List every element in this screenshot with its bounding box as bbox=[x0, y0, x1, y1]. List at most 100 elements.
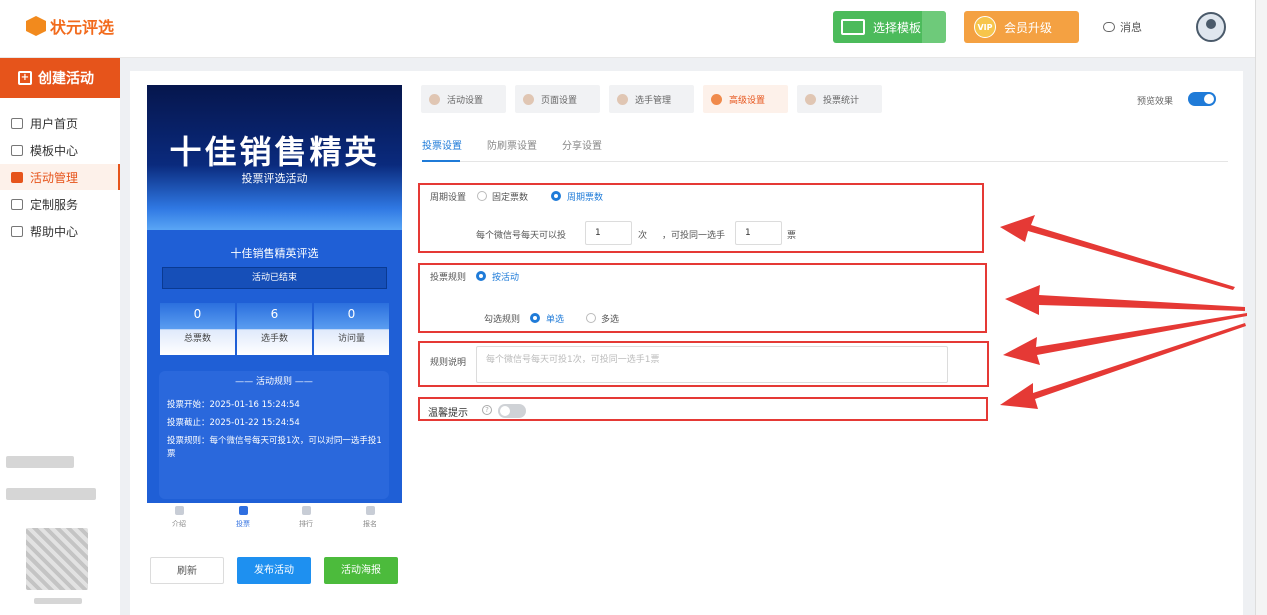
banner-title: 十佳销售精英 bbox=[169, 133, 380, 171]
radio-by-activity-label: 按活动 bbox=[492, 273, 520, 283]
vote-rule-label: 投票规则 bbox=[430, 273, 467, 283]
publish-button[interactable]: 发布活动 bbox=[237, 557, 311, 584]
vote-icon bbox=[238, 506, 248, 515]
subtab-active-underline bbox=[422, 160, 460, 162]
description-label: 规则说明 bbox=[430, 358, 467, 368]
tips-toggle[interactable] bbox=[498, 404, 526, 418]
vip-upgrade-label: 会员升级 bbox=[1004, 20, 1053, 35]
sidebar-item-label: 帮助中心 bbox=[30, 224, 79, 239]
create-activity-button[interactable]: + 创建活动 bbox=[0, 58, 120, 98]
poster-button[interactable]: 活动海报 bbox=[324, 557, 398, 584]
same-player-text: ，可投同一选手 bbox=[662, 231, 726, 241]
red-arrow-icon bbox=[1000, 215, 1247, 409]
preview-tab-bar: 介绍 投票 排行 报名 bbox=[147, 503, 402, 539]
tab-player-manage[interactable]: 选手管理 bbox=[609, 85, 694, 113]
tab-label: 选手管理 bbox=[635, 95, 672, 106]
activity-status: 活动已结束 bbox=[162, 267, 387, 289]
rule-start: 投票开始：2025-01-16 15:24:54 bbox=[167, 400, 300, 410]
rules-panel: —— 活动规则 —— 投票开始：2025-01-16 15:24:54 投票截止… bbox=[159, 371, 389, 499]
sidebar-item-label: 定制服务 bbox=[30, 197, 79, 212]
preview-effect-label: 预览效果 bbox=[1137, 97, 1174, 107]
preview-effect-toggle[interactable] bbox=[1188, 92, 1216, 106]
logo[interactable]: 状元评选 bbox=[26, 14, 114, 38]
template-center-icon bbox=[11, 144, 23, 156]
page-scrollbar[interactable] bbox=[1255, 0, 1267, 615]
tips-label: 温馨提示 bbox=[428, 408, 468, 419]
stat-value: 0 bbox=[193, 307, 202, 321]
tab-label: 投票统计 bbox=[823, 95, 860, 106]
refresh-button[interactable]: 刷新 bbox=[150, 557, 224, 584]
banner-subtitle: 投票评选活动 bbox=[241, 172, 308, 185]
tab-label: 报名 bbox=[363, 520, 377, 528]
stat-visits: 0 访问量 bbox=[314, 303, 389, 355]
help-center-icon bbox=[11, 225, 23, 237]
choose-template-label: 选择模板 bbox=[873, 20, 922, 35]
sidebar: + 创建活动 用户首页 模板中心 活动管理 定制服务 帮助中心 bbox=[0, 58, 120, 615]
radio-single[interactable] bbox=[530, 313, 540, 323]
blurred-caption bbox=[34, 598, 82, 604]
vip-icon: VIP bbox=[974, 16, 996, 38]
sidebar-item-help[interactable]: 帮助中心 bbox=[0, 218, 120, 244]
choose-template-button[interactable]: 选择模板 bbox=[833, 11, 946, 43]
sidebar-item-custom-service[interactable]: 定制服务 bbox=[0, 191, 120, 217]
rule-text: 投票规则：每个微信号每天可投1次，可以对同一选手投1票 bbox=[167, 436, 382, 459]
sidebar-item-activity-manage[interactable]: 活动管理 bbox=[0, 164, 120, 190]
activity-name: 十佳销售精英评选 bbox=[230, 247, 319, 260]
same-player-input[interactable]: 1 bbox=[735, 221, 782, 245]
avatar[interactable] bbox=[1196, 12, 1226, 42]
description-textarea[interactable]: 每个微信号每天可投1次，可投同一选手1票 bbox=[476, 346, 948, 383]
times-text: 次 bbox=[638, 231, 648, 241]
template-icon bbox=[841, 19, 865, 35]
tab-activity-settings[interactable]: 活动设置 bbox=[421, 85, 506, 113]
crown-icon bbox=[301, 506, 311, 515]
stat-players: 6 选手数 bbox=[237, 303, 312, 355]
subtab-anti-fraud[interactable]: 防刷票设置 bbox=[487, 137, 537, 152]
stat-label: 访问量 bbox=[337, 334, 365, 344]
advanced-icon bbox=[711, 93, 722, 105]
preview-tab-signup[interactable]: 报名 bbox=[350, 506, 390, 529]
stat-total-votes: 0 总票数 bbox=[160, 303, 235, 355]
tab-label: 页面设置 bbox=[541, 95, 578, 106]
radio-multi-label: 多选 bbox=[601, 315, 620, 325]
subtab-divider bbox=[422, 161, 1228, 162]
page-icon bbox=[523, 93, 534, 105]
top-bar: 状元评选 选择模板 VIP 会员升级 消息 bbox=[0, 0, 1267, 58]
radio-multi[interactable] bbox=[586, 313, 596, 323]
subtab-vote-settings[interactable]: 投票设置 bbox=[422, 137, 462, 152]
pennant-icon bbox=[365, 506, 375, 515]
select-rule-label: 勾选规则 bbox=[484, 315, 521, 325]
radio-by-activity[interactable] bbox=[476, 271, 486, 281]
per-day-input[interactable]: 1 bbox=[585, 221, 632, 245]
radio-fixed[interactable] bbox=[477, 191, 487, 201]
radio-fixed-label: 固定票数 bbox=[492, 193, 529, 203]
sidebar-item-label: 模板中心 bbox=[30, 143, 79, 158]
vip-upgrade-button[interactable]: VIP 会员升级 bbox=[964, 11, 1079, 43]
preview-tab-rank[interactable]: 排行 bbox=[286, 506, 326, 529]
help-icon[interactable]: ? bbox=[482, 405, 492, 415]
stat-value: 6 bbox=[270, 307, 279, 321]
people-icon bbox=[617, 93, 628, 105]
sidebar-item-templates[interactable]: 模板中心 bbox=[0, 137, 120, 163]
messages-label: 消息 bbox=[1120, 21, 1142, 34]
subtab-share-settings[interactable]: 分享设置 bbox=[562, 137, 602, 152]
preview-banner: 十佳销售精英 投票评选活动 bbox=[147, 85, 402, 230]
stat-label: 总票数 bbox=[183, 334, 211, 344]
tab-label: 排行 bbox=[299, 520, 313, 528]
sidebar-item-home[interactable]: 用户首页 bbox=[0, 110, 120, 136]
sidebar-item-label: 活动管理 bbox=[30, 170, 79, 185]
tab-label: 高级设置 bbox=[729, 95, 766, 106]
plus-icon: + bbox=[18, 71, 32, 85]
messages-link[interactable]: 消息 bbox=[1103, 19, 1142, 35]
stat-value: 0 bbox=[347, 307, 356, 321]
tab-advanced-settings[interactable]: 高级设置 bbox=[703, 85, 788, 113]
create-activity-label: 创建活动 bbox=[38, 71, 94, 87]
preview-tab-intro[interactable]: 介绍 bbox=[159, 506, 199, 529]
period-label: 周期设置 bbox=[430, 193, 467, 203]
tab-vote-stats[interactable]: 投票统计 bbox=[797, 85, 882, 113]
votes-unit: 票 bbox=[787, 231, 797, 241]
logo-text: 状元评选 bbox=[50, 18, 115, 37]
preview-tab-vote[interactable]: 投票 bbox=[223, 506, 263, 529]
tab-page-settings[interactable]: 页面设置 bbox=[515, 85, 600, 113]
radio-cycle[interactable] bbox=[551, 191, 561, 201]
logo-cube-icon bbox=[26, 16, 46, 36]
